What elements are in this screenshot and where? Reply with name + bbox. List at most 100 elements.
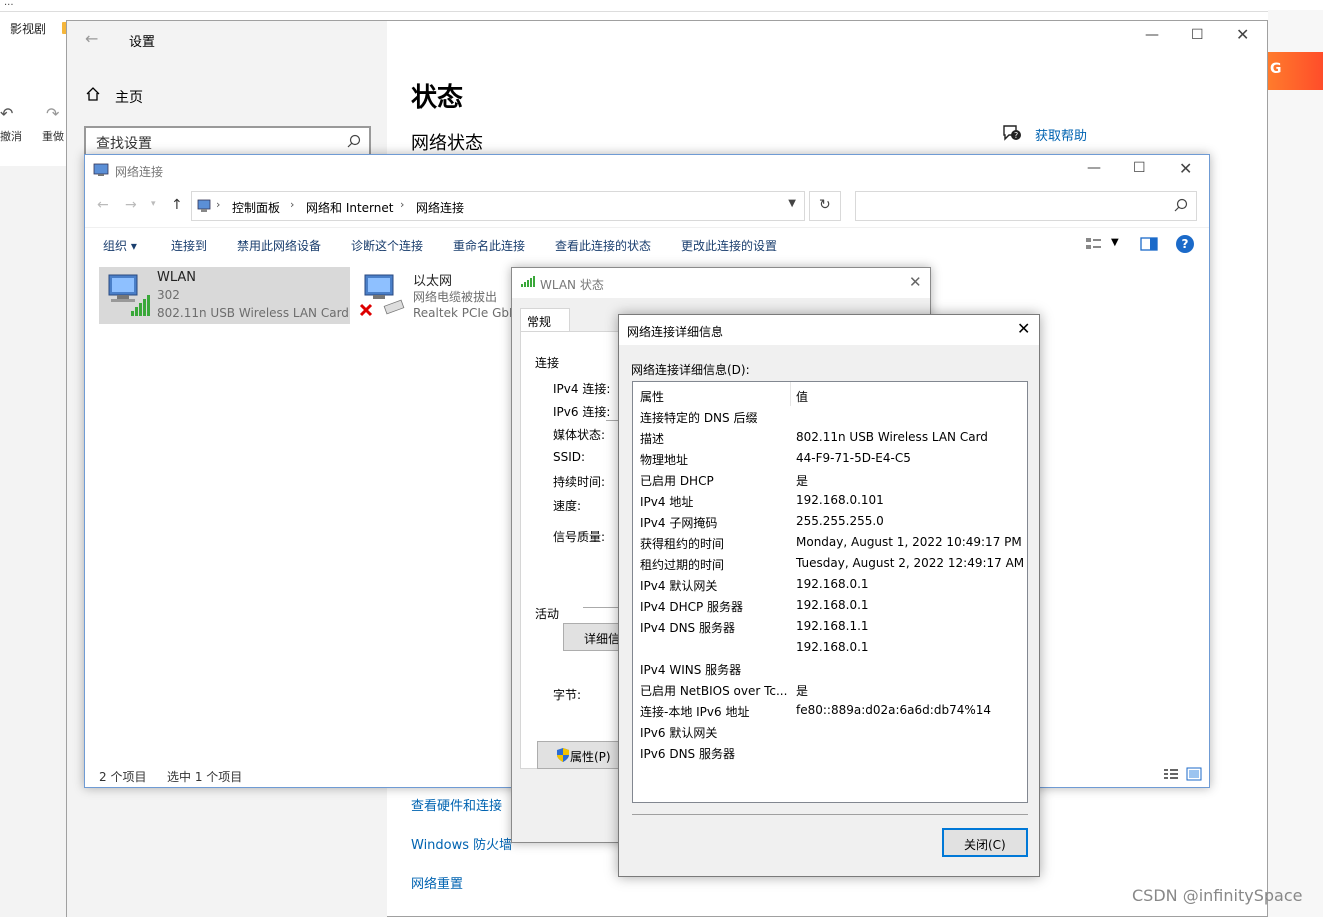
row-property: IPv4 地址 bbox=[640, 495, 694, 509]
view-status-button[interactable]: 查看此连接的状态 bbox=[555, 237, 651, 254]
view-options-icon[interactable] bbox=[1085, 236, 1103, 252]
table-row[interactable]: IPv4 默认网关 192.168.0.1 bbox=[633, 574, 1027, 595]
column-separator[interactable] bbox=[790, 382, 791, 406]
section-title: 网络状态 bbox=[411, 133, 483, 154]
table-row[interactable]: 租约过期的时间 Tuesday, August 2, 2022 12:49:17 … bbox=[633, 553, 1027, 574]
network-reset-link[interactable]: 网络重置 bbox=[411, 873, 463, 892]
connection-item-ethernet[interactable]: 以太网 网络电缆被拔出 Realtek PCIe GbE bbox=[355, 267, 517, 324]
breadcrumb-separator[interactable]: › bbox=[290, 198, 294, 211]
promo-banner[interactable]: G bbox=[1268, 52, 1323, 90]
divider bbox=[632, 814, 1028, 815]
minimize-icon[interactable]: — bbox=[1087, 160, 1101, 176]
back-arrow-icon[interactable]: ← bbox=[85, 29, 98, 48]
field-bytes: 字节: bbox=[553, 688, 582, 702]
table-row[interactable]: IPv4 DHCP 服务器 192.168.0.1 bbox=[633, 595, 1027, 616]
table-row[interactable]: IPv4 地址 192.168.0.101 bbox=[633, 490, 1027, 511]
chevron-down-icon[interactable]: ▼ bbox=[1111, 237, 1119, 248]
row-value: Monday, August 1, 2022 10:49:17 PM bbox=[796, 535, 1022, 549]
windows-firewall-link[interactable]: Windows 防火墙 bbox=[411, 834, 512, 853]
change-settings-button[interactable]: 更改此连接的设置 bbox=[681, 237, 777, 254]
table-row[interactable]: 连接特定的 DNS 后缀 bbox=[633, 406, 1027, 427]
status-item-count: 2 个项目 bbox=[99, 770, 147, 784]
search-icon[interactable] bbox=[1174, 198, 1188, 212]
breadcrumb-separator[interactable]: › bbox=[216, 198, 220, 211]
row-property: IPv4 默认网关 bbox=[640, 579, 718, 593]
help-icon[interactable]: ? bbox=[1176, 235, 1194, 253]
ethernet-adapter-icon bbox=[359, 274, 405, 317]
row-value: 192.168.0.1 bbox=[796, 598, 869, 612]
address-bar[interactable]: › 控制面板 › 网络和 Internet › 网络连接 ▼ bbox=[191, 191, 805, 221]
help-chat-icon[interactable]: ? bbox=[1002, 124, 1022, 142]
table-row[interactable]: 已启用 DHCP 是 bbox=[633, 469, 1027, 490]
table-row[interactable]: IPv4 DNS 服务器 192.168.1.1 bbox=[633, 616, 1027, 637]
home-icon[interactable] bbox=[85, 86, 101, 102]
row-value: fe80::889a:d02a:6a6d:db74%14 bbox=[796, 703, 992, 717]
close-icon[interactable]: ✕ bbox=[909, 273, 922, 291]
field-ipv6: IPv6 连接: bbox=[553, 405, 611, 419]
disable-device-button[interactable]: 禁用此网络设备 bbox=[237, 237, 321, 254]
browser-url-bar[interactable]: ... bbox=[0, 0, 1323, 12]
preview-pane-icon[interactable] bbox=[1140, 236, 1158, 252]
settings-home-link[interactable]: 主页 bbox=[115, 87, 143, 107]
connection-item-wlan[interactable]: WLAN 302 802.11n USB Wireless LAN Card bbox=[99, 267, 350, 324]
view-hardware-link[interactable]: 查看硬件和连接 bbox=[411, 795, 502, 814]
recent-locations-icon[interactable]: ▾ bbox=[151, 199, 156, 209]
properties-button[interactable]: 属性(P) bbox=[537, 741, 623, 769]
refresh-button[interactable]: ↻ bbox=[809, 191, 841, 221]
maximize-icon[interactable]: ☐ bbox=[1191, 27, 1204, 43]
refresh-icon[interactable]: ↻ bbox=[819, 197, 831, 213]
tab-general[interactable]: 常规 bbox=[520, 308, 570, 332]
redo-icon[interactable]: ↷ bbox=[46, 104, 59, 123]
table-row[interactable]: 连接-本地 IPv6 地址 fe80::889a:d02a:6a6d:db74%1… bbox=[633, 700, 1027, 721]
get-help-link[interactable]: 获取帮助 bbox=[1035, 125, 1087, 144]
row-value: 192.168.0.1 bbox=[796, 577, 869, 591]
section-connection: 连接 bbox=[535, 356, 560, 370]
navigation-bar: ← → ▾ ↑ › 控制面板 › 网络和 Internet › 网络连接 ▼ ↻ bbox=[85, 189, 1209, 223]
search-input[interactable] bbox=[855, 191, 1197, 221]
close-icon[interactable]: ✕ bbox=[1017, 319, 1030, 338]
row-value: 192.168.0.101 bbox=[796, 493, 884, 507]
organize-button[interactable]: 组织 ▾ bbox=[103, 237, 137, 254]
connect-to-button[interactable]: 连接到 bbox=[171, 237, 207, 254]
chevron-down-icon[interactable]: ▼ bbox=[788, 198, 796, 209]
details-label: 网络连接详细信息(D): bbox=[631, 363, 750, 377]
column-header-property[interactable]: 属性 bbox=[640, 388, 664, 405]
undo-icon[interactable]: ↶ bbox=[0, 104, 13, 123]
search-icon[interactable] bbox=[347, 134, 361, 148]
row-value: 是 bbox=[796, 684, 809, 698]
breadcrumb-control-panel[interactable]: 控制面板 bbox=[232, 199, 280, 216]
table-row[interactable]: 描述 802.11n USB Wireless LAN Card bbox=[633, 427, 1027, 448]
table-row[interactable]: IPv4 WINS 服务器 bbox=[633, 658, 1027, 679]
table-row[interactable]: 192.168.0.1 bbox=[633, 637, 1027, 658]
diagnose-button[interactable]: 诊断这个连接 bbox=[351, 237, 423, 254]
forward-arrow-icon[interactable]: → bbox=[125, 197, 137, 213]
command-bar: 组织 ▾ 连接到 禁用此网络设备 诊断这个连接 重命名此连接 查看此连接的状态 … bbox=[85, 227, 1209, 261]
row-property: 描述 bbox=[640, 432, 665, 446]
table-row[interactable]: 获得租约的时间 Monday, August 1, 2022 10:49:17 P… bbox=[633, 532, 1027, 553]
table-row[interactable]: IPv6 DNS 服务器 bbox=[633, 742, 1027, 763]
row-property: 已启用 DHCP bbox=[640, 474, 714, 488]
breadcrumb-network-connections[interactable]: 网络连接 bbox=[416, 199, 464, 216]
table-row[interactable]: 物理地址 44-F9-71-5D-E4-C5 bbox=[633, 448, 1027, 469]
close-icon[interactable]: ✕ bbox=[1179, 159, 1192, 178]
close-button[interactable]: 关闭(C) bbox=[942, 828, 1028, 857]
back-arrow-icon[interactable]: ← bbox=[97, 197, 109, 213]
connection-network: 302 bbox=[157, 288, 180, 302]
breadcrumb-separator[interactable]: › bbox=[400, 198, 404, 211]
maximize-icon[interactable]: ☐ bbox=[1133, 160, 1146, 176]
close-icon[interactable]: ✕ bbox=[1236, 25, 1249, 44]
breadcrumb-network-internet[interactable]: 网络和 Internet bbox=[306, 199, 393, 216]
table-row[interactable]: IPv6 默认网关 bbox=[633, 721, 1027, 742]
settings-search-input[interactable]: 查找设置 bbox=[84, 126, 371, 156]
table-row[interactable]: 已启用 NetBIOS over Tc... 是 bbox=[633, 679, 1027, 700]
row-property: IPv4 WINS 服务器 bbox=[640, 663, 742, 677]
column-header-value[interactable]: 值 bbox=[796, 388, 808, 405]
minimize-icon[interactable]: — bbox=[1145, 27, 1159, 43]
details-list[interactable]: 属性 值 连接特定的 DNS 后缀 描述 802.11n USB Wireless … bbox=[632, 381, 1028, 803]
view-toggle-icons[interactable] bbox=[1163, 767, 1203, 781]
table-row[interactable]: IPv4 子网掩码 255.255.255.0 bbox=[633, 511, 1027, 532]
settings-window-title: 设置 bbox=[129, 35, 156, 50]
up-arrow-icon[interactable]: ↑ bbox=[171, 197, 183, 213]
bookmark-item[interactable]: 影视剧 bbox=[10, 20, 46, 37]
rename-button[interactable]: 重命名此连接 bbox=[453, 237, 525, 254]
